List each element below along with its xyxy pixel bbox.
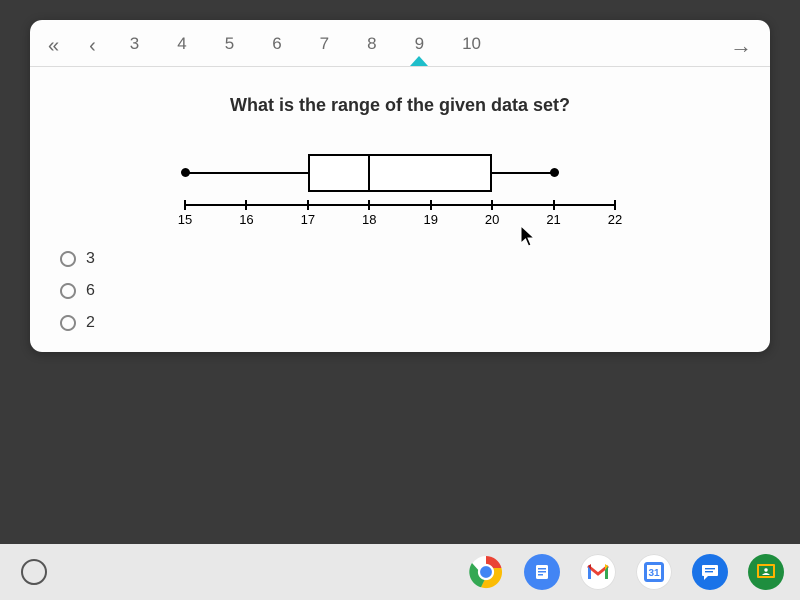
content-area: « ‹ 3 4 5 6 7 8 9 10 → What is the range… — [0, 0, 800, 544]
axis-tick-label: 18 — [362, 212, 376, 227]
page-10[interactable]: 10 — [458, 28, 485, 64]
axis-tick-label: 19 — [423, 212, 437, 227]
quiz-card: « ‹ 3 4 5 6 7 8 9 10 → What is the range… — [30, 20, 770, 352]
page-8[interactable]: 8 — [363, 28, 380, 64]
classroom-icon[interactable] — [748, 554, 784, 590]
option-label: 6 — [86, 282, 95, 300]
whisker-left — [185, 172, 308, 174]
option-3[interactable]: 2 — [60, 314, 95, 332]
page-3[interactable]: 3 — [126, 28, 143, 64]
axis-tick-label: 15 — [178, 212, 192, 227]
radio-icon — [60, 283, 76, 299]
option-1[interactable]: 3 — [60, 250, 95, 268]
page-4[interactable]: 4 — [173, 28, 190, 64]
question-body: What is the range of the given data set?… — [30, 67, 770, 352]
page-7[interactable]: 7 — [316, 28, 333, 64]
box-iqr — [308, 154, 492, 192]
question-text: What is the range of the given data set? — [230, 95, 570, 116]
pagination-bar: « ‹ 3 4 5 6 7 8 9 10 → — [30, 20, 770, 67]
answer-options: 3 6 2 — [60, 250, 95, 332]
calendar-icon[interactable]: 31 — [636, 554, 672, 590]
docs-icon[interactable] — [524, 554, 560, 590]
axis-line — [185, 204, 615, 206]
axis-tick-label: 17 — [301, 212, 315, 227]
page-6[interactable]: 6 — [268, 28, 285, 64]
page-prev-button[interactable]: ‹ — [89, 35, 96, 58]
axis-tick-label: 22 — [608, 212, 622, 227]
taskbar: 31 — [0, 544, 800, 600]
box-plot-chart: 1516171819202122 — [185, 150, 615, 230]
launcher-icon[interactable] — [16, 554, 52, 590]
axis-tick-label: 16 — [239, 212, 253, 227]
page-next-button[interactable]: → — [730, 33, 752, 59]
axis-tick-label: 20 — [485, 212, 499, 227]
whisker-right — [492, 172, 553, 174]
option-label: 3 — [86, 250, 95, 268]
radio-icon — [60, 315, 76, 331]
option-2[interactable]: 6 — [60, 282, 95, 300]
median-line — [368, 154, 370, 192]
gmail-icon[interactable] — [580, 554, 616, 590]
page-9-current[interactable]: 9 — [411, 28, 428, 64]
svg-text:31: 31 — [648, 568, 660, 579]
whisker-max-dot — [550, 168, 559, 177]
axis-tick-label: 21 — [546, 212, 560, 227]
chrome-icon[interactable] — [468, 554, 504, 590]
page-first-button[interactable]: « — [48, 35, 59, 58]
option-label: 2 — [86, 314, 95, 332]
messages-icon[interactable] — [692, 554, 728, 590]
radio-icon — [60, 251, 76, 267]
page-5[interactable]: 5 — [221, 28, 238, 64]
whisker-min-dot — [181, 168, 190, 177]
